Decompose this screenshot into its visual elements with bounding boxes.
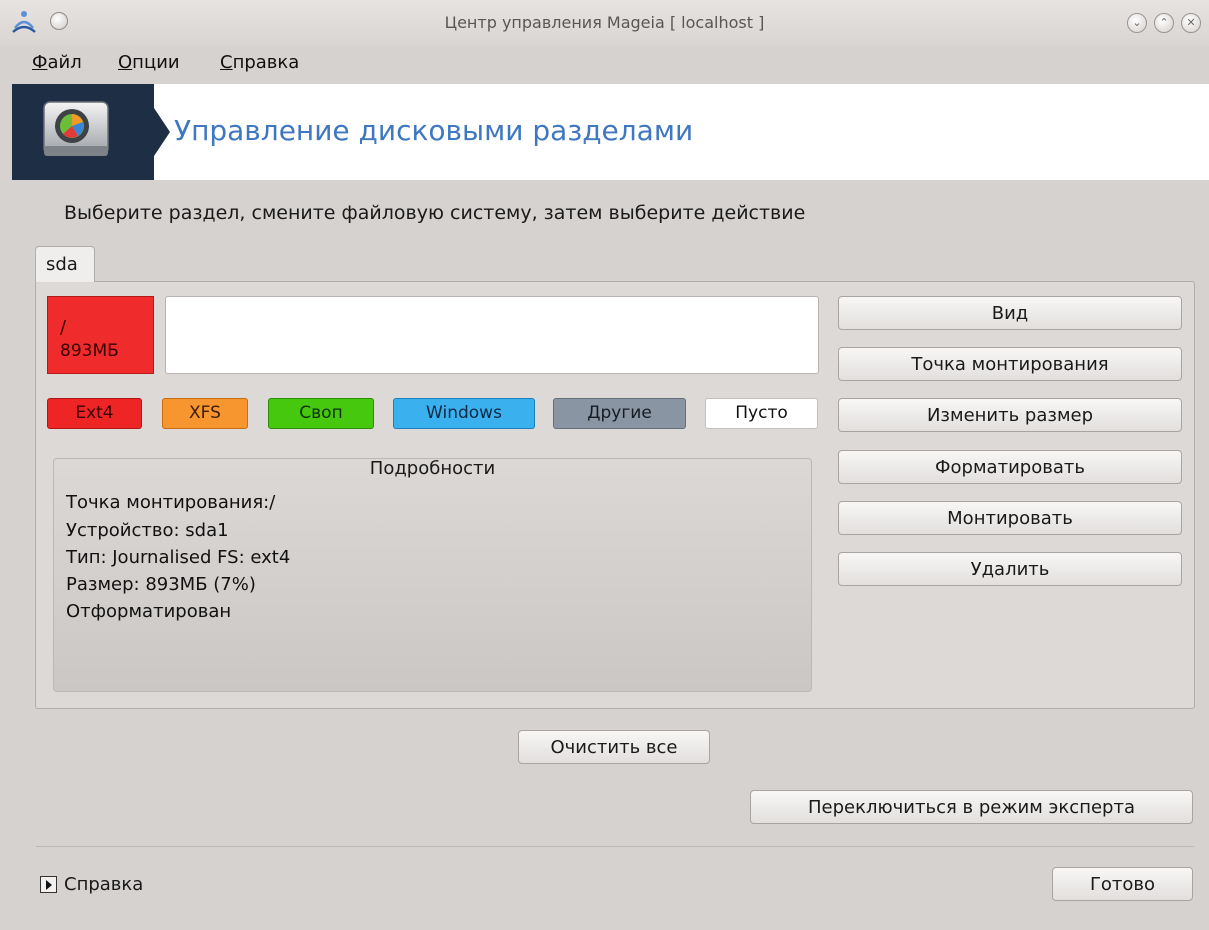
close-icon: ✕	[1186, 16, 1196, 29]
tab-label: sda	[46, 254, 78, 275]
legend-other: Другие	[553, 398, 686, 429]
banner-title: Управление дисковыми разделами	[174, 114, 694, 147]
menu-file[interactable]: Файл	[32, 52, 82, 73]
hard-disk-icon	[43, 101, 109, 156]
partition-size: 893МБ	[60, 341, 119, 361]
legend-empty: Пусто	[705, 398, 818, 429]
mount-point-button[interactable]: Точка монтирования	[838, 347, 1182, 381]
mount-button[interactable]: Монтировать	[838, 501, 1182, 535]
resize-button[interactable]: Изменить размер	[838, 398, 1182, 432]
help-expander-label[interactable]: Справка	[64, 874, 143, 895]
clear-all-button[interactable]: Очистить все	[518, 730, 710, 764]
partition-sda1[interactable]: / 893МБ	[47, 296, 154, 374]
detail-size: Размер: 893МБ (7%)	[66, 574, 256, 595]
detail-mount-point: Точка монтирования:/	[66, 492, 276, 513]
title-bar: Центр управления Mageia [ localhost ] ⌄ …	[0, 0, 1209, 46]
legend-ext4: Ext4	[47, 398, 142, 429]
chevron-down-icon: ⌄	[1132, 16, 1142, 29]
tab-sda[interactable]: sda	[35, 246, 95, 282]
detail-formatted: Отформатирован	[66, 601, 232, 622]
menu-help[interactable]: Справка	[220, 52, 299, 73]
format-button[interactable]: Форматировать	[838, 450, 1182, 484]
menu-options[interactable]: Опции	[118, 52, 180, 73]
detail-type: Тип: Journalised FS: ext4	[66, 547, 291, 568]
done-button[interactable]: Готово	[1052, 867, 1193, 901]
partition-mount: /	[60, 317, 67, 338]
expert-mode-button[interactable]: Переключиться в режим эксперта	[750, 790, 1193, 824]
separator	[36, 846, 1194, 847]
maximize-button[interactable]: ⌃	[1154, 13, 1174, 33]
window-title: Центр управления Mageia [ localhost ]	[444, 13, 765, 32]
legend-swap: Своп	[268, 398, 374, 429]
banner: Управление дисковыми разделами	[12, 84, 1209, 180]
detail-device: Устройство: sda1	[66, 520, 229, 541]
close-button[interactable]: ✕	[1181, 13, 1201, 33]
minimize-button[interactable]: ⌄	[1127, 13, 1147, 33]
delete-button[interactable]: Удалить	[838, 552, 1182, 586]
legend-windows: Windows	[393, 398, 535, 429]
expand-arrow-icon[interactable]	[40, 876, 57, 893]
view-button[interactable]: Вид	[838, 296, 1182, 330]
legend-xfs: XFS	[162, 398, 248, 429]
free-space-area[interactable]	[165, 296, 819, 374]
details-title: Подробности	[369, 458, 496, 479]
instruction-text: Выберите раздел, смените файловую систем…	[64, 202, 806, 224]
mcc-window: Центр управления Mageia [ localhost ] ⌄ …	[0, 0, 1209, 930]
banner-arrow	[154, 108, 170, 156]
menu-bar: Файл Опции Справка	[0, 46, 1209, 84]
chevron-up-icon: ⌃	[1159, 16, 1169, 29]
